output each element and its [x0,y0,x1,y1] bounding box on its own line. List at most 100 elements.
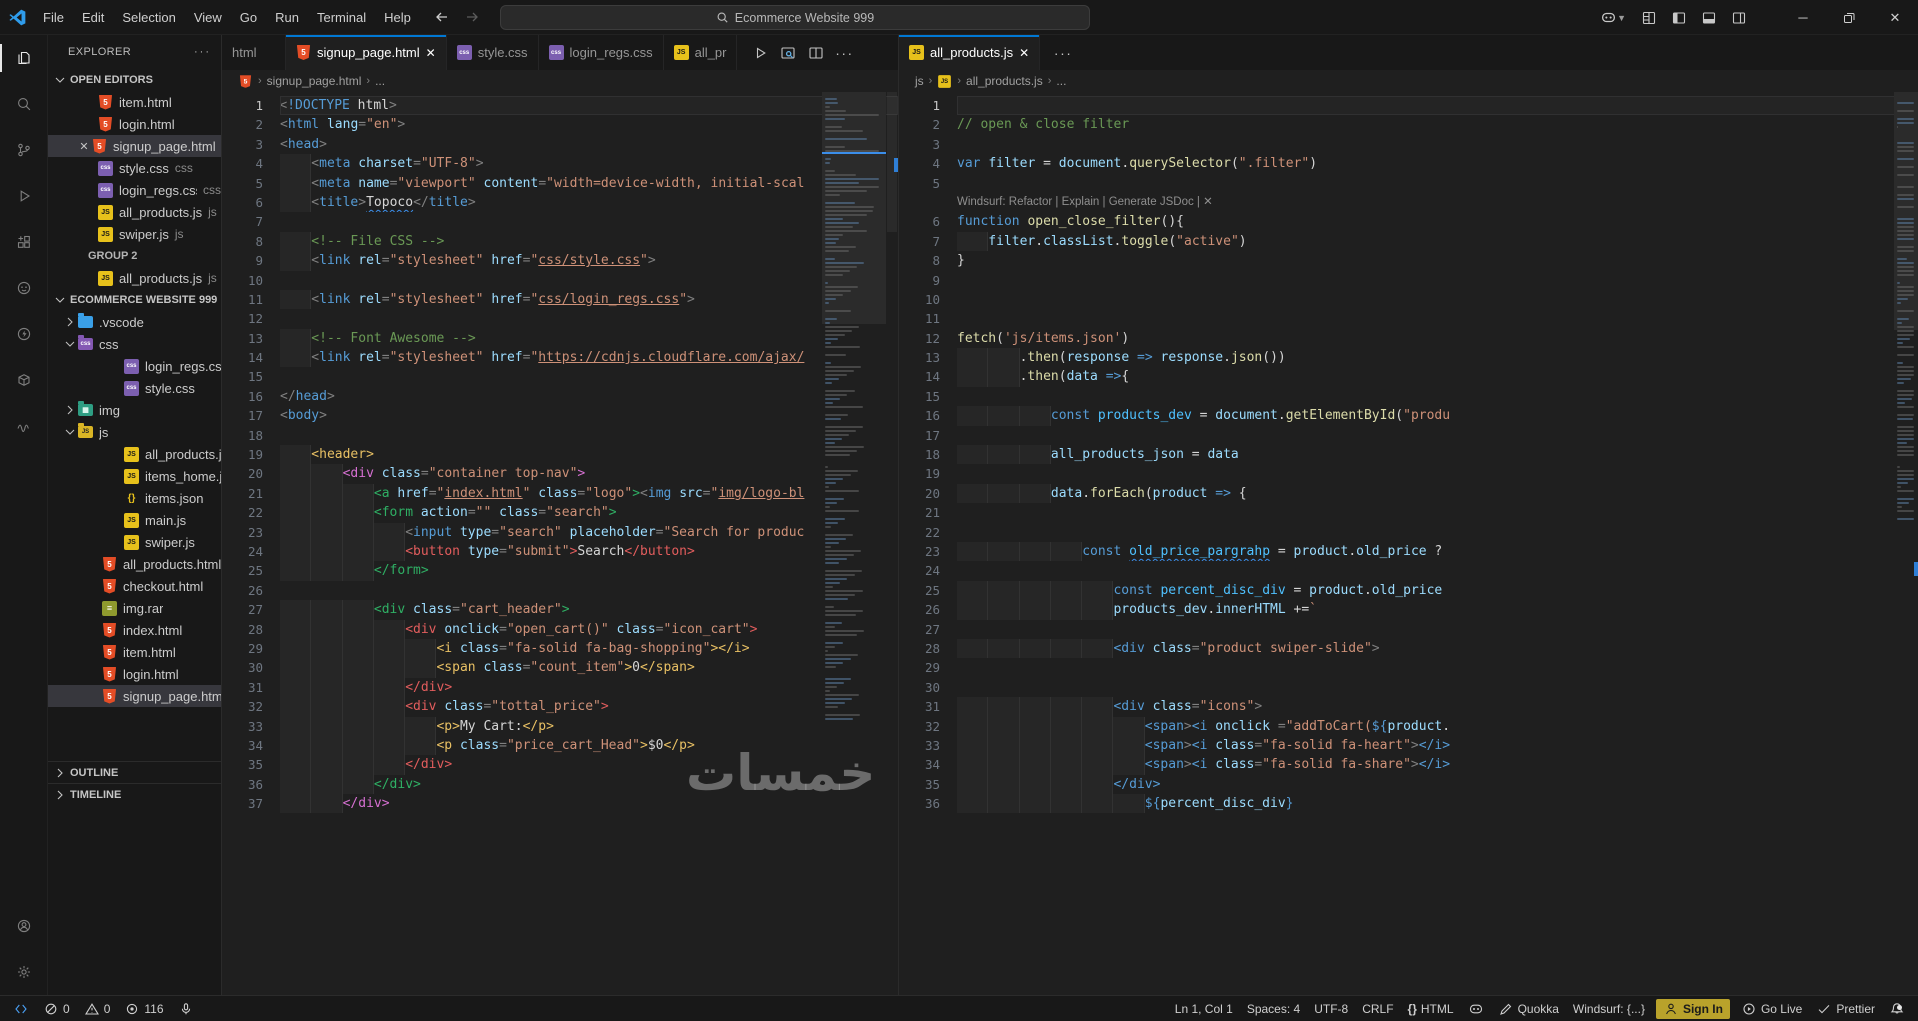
activity-chat-icon[interactable] [0,265,48,311]
status-encoding[interactable]: UTF-8 [1307,996,1355,1021]
tree-item-.vscode[interactable]: .vscode [48,311,221,333]
code-line-5[interactable]: 5 [899,174,1918,193]
code-line-27[interactable]: 27 <div class = "cart_header" > [222,600,898,619]
tree-item-all-products.html[interactable]: all_products.html [48,553,221,575]
code-line-12[interactable]: 12 fetch('js/items.json') [899,329,1918,348]
code-line-29[interactable]: 29 <i class = "fa-solid fa-bag-shopping" ></… [222,639,898,658]
breadcrumb-item[interactable]: signup_page.html [267,74,362,88]
code-line-17[interactable]: 17 [899,426,1918,445]
code-editor-right[interactable]: 1 2// open & close filter 3 4 var filter = d… [899,92,1918,995]
activity-wave-icon[interactable] [0,403,48,449]
ellipsis-action-icon[interactable]: ··· [1050,40,1076,66]
activity-source-control-icon[interactable] [0,127,48,173]
menu-view[interactable]: View [185,0,231,35]
status-prettier[interactable]: Prettier [1809,996,1882,1021]
tree-item-js[interactable]: js [48,421,221,443]
status-notifications[interactable] [1882,996,1912,1021]
status-sign-in[interactable]: Sign In [1655,998,1730,1019]
code-line-17[interactable]: 17 < body > [222,406,898,425]
code-line-29[interactable]: 29 [899,658,1918,677]
tree-item-login.html[interactable]: login.html [48,663,221,685]
forward-arrow-icon[interactable] [464,9,480,25]
status-remote-indicator[interactable] [6,996,36,1021]
status-errors[interactable]: 0 [36,996,77,1021]
tree-item-login-regs.css[interactable]: login_regs.csscss [48,179,221,201]
code-line-33[interactable]: 33 <p> My Cart: </p> [222,717,898,736]
code-line-36[interactable]: 36 ${percent_disc_div} [899,794,1918,813]
activity-bolt-icon[interactable] [0,311,48,357]
preview-action-icon[interactable] [775,40,801,66]
status-warnings[interactable]: 0 [77,996,118,1021]
code-line-15[interactable]: 15 [899,387,1918,406]
code-line-7[interactable]: 7 filter. classList. toggle("active") [899,232,1918,251]
toggle-sidebar-icon[interactable] [1664,0,1694,35]
code-line-25[interactable]: 25 const percent_disc_div = product. old_p… [899,581,1918,600]
toggle-panel-icon[interactable] [1694,0,1724,35]
code-line-14[interactable]: 14. then(data =>{ [899,367,1918,386]
tree-item-style.css[interactable]: style.css [48,377,221,399]
code-line-32[interactable]: 32 <div class = "tottal_price" > [222,697,898,716]
code-line-33[interactable]: 33 <span > <i class = "fa-solid fa-heart" > </i… [899,736,1918,755]
code-line-12[interactable]: 12 [222,309,898,328]
tree-item-signup-page.html[interactable]: ✕signup_page.html [48,135,221,157]
tree-item-style.css[interactable]: style.csscss [48,157,221,179]
toggle-secondary-sidebar-icon[interactable] [1724,0,1754,35]
code-line-6[interactable]: 6 < title > Topoco </title > [222,193,898,212]
tree-item-signup-page.html[interactable]: signup_page.html [48,685,221,707]
activity-account-icon[interactable] [0,903,48,949]
breadcrumb-left[interactable]: ›signup_page.html›... [222,70,898,92]
status-language-mode[interactable]: {} HTML [1401,996,1461,1021]
status-quokka[interactable]: Quokka [1491,996,1566,1021]
close-tab-icon[interactable]: ✕ [426,46,436,60]
code-line-30[interactable]: 30 <span class = "count_item" >0 </span> [222,658,898,677]
tree-item-main.js[interactable]: main.js [48,509,221,531]
code-line-30[interactable]: 30 [899,678,1918,697]
status-eol[interactable]: CRLF [1355,996,1400,1021]
code-line-31[interactable]: 31 <div class = "icons" > [899,697,1918,716]
code-line-9[interactable]: 9 < link rel = "stylesheet" href = " css/style.… [222,251,898,270]
code-line-14[interactable]: 14 < link rel = "stylesheet" href = " https://c… [222,348,898,367]
tree-item-login-regs.css[interactable]: login_regs.css [48,355,221,377]
code-line-3[interactable]: 3 < head > [222,135,898,154]
breadcrumb-right[interactable]: js››all_products.js›... [899,70,1918,92]
tab-all_products.js[interactable]: all_products.js✕ [899,35,1041,70]
code-line-15[interactable]: 15 [222,367,898,386]
section-group-2[interactable]: GROUP 2 [48,245,221,267]
code-line-10[interactable]: 10 [222,271,898,290]
tree-item-swiper.js[interactable]: swiper.jsjs [48,223,221,245]
tree-item-checkout.html[interactable]: checkout.html [48,575,221,597]
section-ecommerce-website-999[interactable]: ECOMMERCE WEBSITE 999 [48,289,221,311]
tree-item-all-products.js[interactable]: all_products.js [48,443,221,465]
status-microphone[interactable] [171,996,201,1021]
code-line-23[interactable]: 23 < input type = "search" placeholder = "Sear… [222,523,898,542]
tree-item-item.html[interactable]: item.html [48,91,221,113]
activity-extensions-icon[interactable] [0,219,48,265]
code-line-10[interactable]: 10 [899,290,1918,309]
chevron-down-icon[interactable]: ▼ [1617,13,1626,23]
tree-item-img.rar[interactable]: img.rar [48,597,221,619]
menu-terminal[interactable]: Terminal [308,0,375,35]
menu-run[interactable]: Run [266,0,308,35]
status-cursor-position[interactable]: Ln 1, Col 1 [1168,996,1240,1021]
code-line-31[interactable]: 31 </div> [222,678,898,697]
tree-item-index.html[interactable]: index.html [48,619,221,641]
activity-search-icon[interactable] [0,81,48,127]
code-editor-left[interactable]: 1 < !DOCTYPE html >2 < html lang = "en" >3 < head >… [222,92,898,995]
tree-item-login.html[interactable]: login.html [48,113,221,135]
code-line-20[interactable]: 20 <div class = "container top-nav" > [222,464,898,483]
tree-item-items.json[interactable]: items.json [48,487,221,509]
menu-go[interactable]: Go [231,0,266,35]
code-line-4[interactable]: 4 var filter = document. querySelector(".f… [899,154,1918,173]
breadcrumb-item[interactable]: all_products.js [966,74,1043,88]
code-line-23[interactable]: 23 const old_price_pargrahp = product. old… [899,542,1918,561]
code-line-2[interactable]: 2 < html lang = "en" > [222,115,898,134]
status-go-live[interactable]: Go Live [1734,996,1809,1021]
section-timeline[interactable]: TIMELINE [48,783,221,805]
minimap-left[interactable] [822,92,886,995]
code-line-5[interactable]: 5 < meta name = "viewport" content = "width=de… [222,174,898,193]
tree-item-img[interactable]: img [48,399,221,421]
close-window-button[interactable]: ✕ [1872,0,1918,35]
ellipsis-action-icon[interactable]: ··· [831,40,857,66]
breadcrumb-item[interactable]: ... [375,74,385,88]
code-line-28[interactable]: 28 <div onclick = "open_cart()" class = "icon… [222,620,898,639]
